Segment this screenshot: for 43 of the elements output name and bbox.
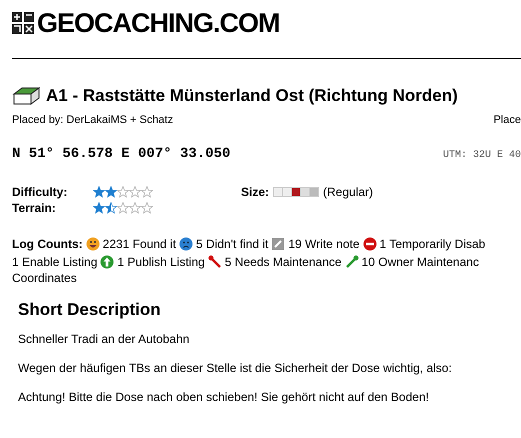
rating-label: Terrain: — [12, 200, 57, 214]
star-icon — [141, 186, 153, 198]
star-icon — [93, 202, 105, 214]
logo-icon — [12, 12, 34, 34]
description-text: Wegen der häufigen TBs an dieser Stelle ist die Sicherheit der Dose wichtig, also: — [18, 361, 453, 375]
sad-face-icon — [179, 237, 194, 251]
cache-box-icon — [12, 86, 40, 106]
pencil-icon — [271, 237, 286, 251]
star-icon — [105, 186, 117, 198]
wrench-icon — [208, 255, 222, 269]
star-icon — [117, 202, 129, 214]
rating-label: Difficulty: — [12, 184, 68, 198]
no-entry-icon — [362, 237, 377, 251]
log-count: 1 Publish Listing — [117, 254, 205, 271]
log-count: 19 Write note — [288, 236, 360, 253]
cache-title: A1 - Raststätte Münsterland Ost (Richtung Norden) — [46, 86, 458, 106]
star-icon — [129, 186, 141, 198]
log-count: Coordinates — [12, 271, 77, 286]
log-counts-label: Log Counts: — [12, 236, 83, 253]
description-text: Achtung! Bitte die Dose nach oben schieben! Sie gehört nicht auf den Boden! — [18, 390, 430, 404]
star-icon — [105, 202, 117, 214]
utm-coordinates: UTM: 32U E 40 — [442, 150, 521, 161]
star-icon — [117, 186, 129, 198]
placed-by: Placed by: DerLakaiMS + Schatz — [12, 114, 174, 126]
log-count: 5 Didn't find it — [196, 236, 268, 253]
placed-date-label: Place — [493, 114, 521, 126]
log-count: 10 Owner Maintenanc — [362, 254, 479, 271]
log-count: 1 Temporarily Disab — [380, 236, 486, 253]
star-icon — [93, 186, 105, 198]
log-count: 2231 Found it — [102, 236, 176, 253]
description-text: Schneller Tradi an der Autobahn — [18, 332, 190, 346]
size-label: Size: — [241, 184, 270, 198]
log-count: 1 Enable Listing — [12, 254, 98, 271]
size-meter-icon — [273, 186, 320, 198]
log-count: 5 Needs Maintenance — [224, 254, 342, 271]
star-icon — [141, 202, 153, 214]
wrench-icon — [344, 255, 359, 269]
section-heading: Short Description — [18, 300, 162, 320]
coordinates: N 51° 56.578 E 007° 33.050 — [12, 146, 230, 162]
size-value: (Regular) — [323, 184, 374, 198]
site-logo[interactable]: GEOCACHING.COM — [37, 10, 280, 36]
smiley-icon — [86, 237, 100, 251]
star-icon — [129, 202, 141, 214]
